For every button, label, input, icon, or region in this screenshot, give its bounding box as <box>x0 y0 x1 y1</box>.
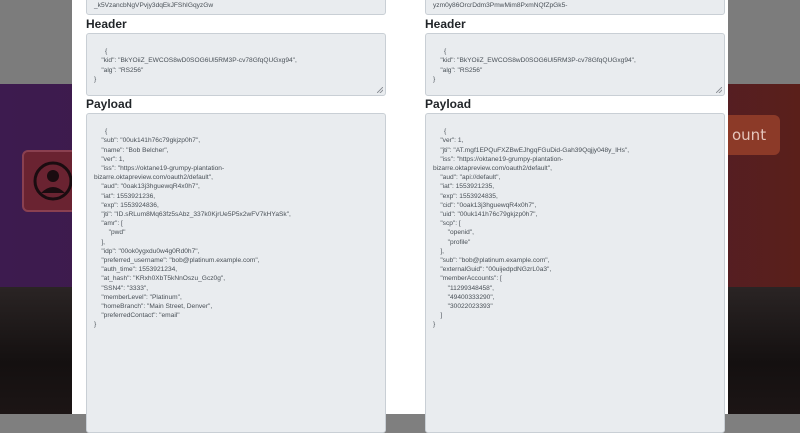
header-json: { "kid": "BkYOiiZ_EWCOS8wD0SOG6Ul5RM3P-c… <box>94 48 297 83</box>
payload-label: Payload <box>86 97 133 111</box>
header-label: Header <box>86 17 127 31</box>
payload-label: Payload <box>425 97 472 111</box>
payload-json: { "ver": 1, "jti": "AT.mgf1EPQuFXZBwEJhg… <box>433 128 630 329</box>
user-icon <box>33 161 73 201</box>
header-json: { "kid": "BkYOiiZ_EWCOS8wD0SOG6Ul5RM3P-c… <box>433 48 636 83</box>
signature-textarea[interactable]: yzm0y86OrcrDdm3PmwMim8PxmNQfZpGk5- <box>425 0 725 15</box>
header-label: Header <box>425 17 466 31</box>
header-textarea[interactable]: { "kid": "BkYOiiZ_EWCOS8wD0SOG6Ul5RM3P-c… <box>86 33 386 96</box>
payload-textarea[interactable]: { "sub": "00uk141h76c79gkjzp0h7", "name"… <box>86 113 386 433</box>
resize-grip-icon[interactable] <box>377 87 383 93</box>
signature-textarea[interactable]: _k5VzancbNgVPvjy3dqEkJFShIGqyzGw <box>86 0 386 15</box>
header-textarea[interactable]: { "kid": "BkYOiiZ_EWCOS8wD0SOG6Ul5RM3P-c… <box>425 33 725 96</box>
payload-textarea[interactable]: { "ver": 1, "jti": "AT.mgf1EPQuFXZBwEJhg… <box>425 113 725 433</box>
resize-grip-icon[interactable] <box>716 87 722 93</box>
token-modal: _k5VzancbNgVPvjy3dqEkJFShIGqyzGw Header … <box>72 0 728 433</box>
payload-json: { "sub": "00uk141h76c79gkjzp0h7", "name"… <box>94 128 291 329</box>
